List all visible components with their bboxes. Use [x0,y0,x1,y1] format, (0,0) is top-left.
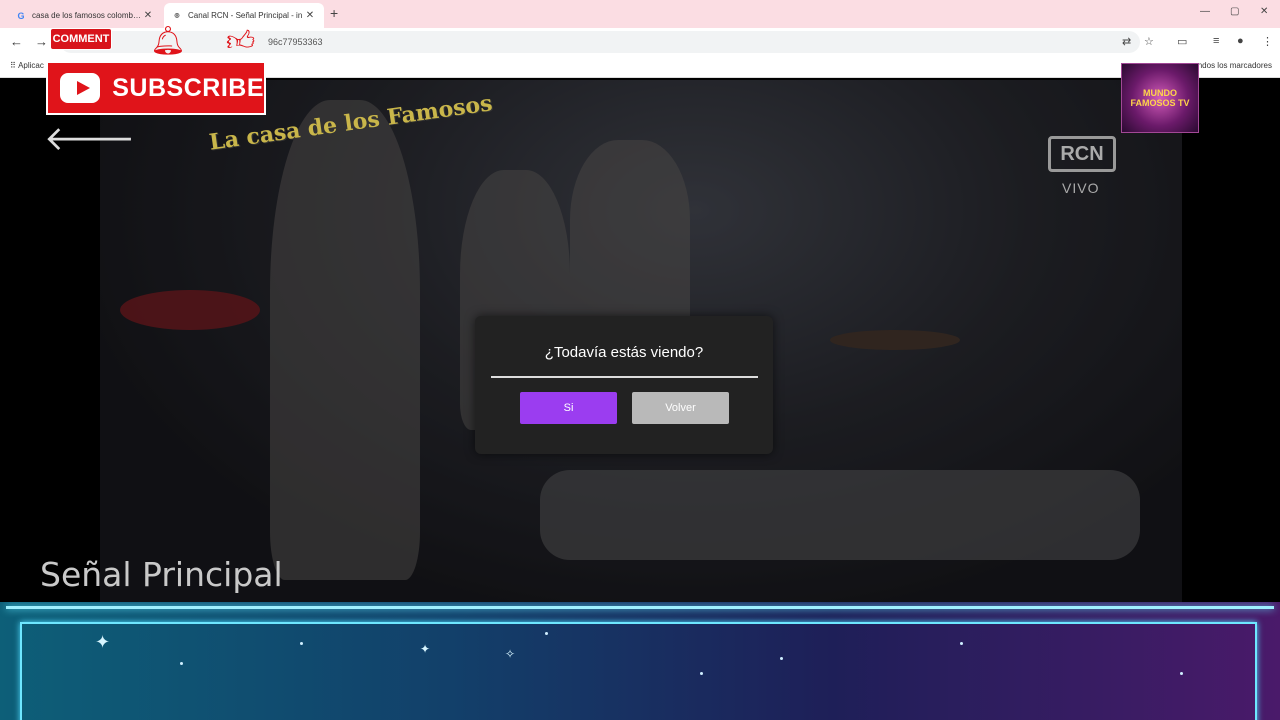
bookmark-other[interactable]: ndos los marcadores [1198,61,1272,70]
profile-avatar-icon[interactable]: ● [1237,35,1244,47]
rcn-favicon-icon: ◎ [174,12,180,19]
bottom-banner: ✦ ✦ ✧ [0,602,1280,720]
comment-sticker: COMMENT [50,28,112,50]
back-arrow-icon[interactable]: 🡐 [44,118,135,159]
star-dot [180,662,183,665]
back-icon[interactable]: ← [10,34,23,49]
forward-icon[interactable]: → [35,34,48,49]
maximize-icon[interactable]: ▢ [1230,6,1239,17]
channel-logo: MUNDO FAMOSOS TV [1121,63,1199,133]
dialog-question: ¿Todavía estás viendo? [544,344,704,361]
tab-title: Canal RCN - Señal Principal - in [188,11,303,20]
menu-icon[interactable]: ⋮ [1262,35,1273,48]
channel-title: Señal Principal [40,555,283,594]
close-tab-icon[interactable]: ✕ [142,10,154,21]
bookmark-star-icon[interactable]: ☆ [1144,35,1154,48]
minimize-icon[interactable]: — [1200,6,1210,17]
still-watching-dialog: ¿Todavía estás viendo? Si Volver [475,316,773,454]
star-dot [700,672,703,675]
close-window-icon[interactable]: ✕ [1260,6,1268,17]
banner-frame [20,622,1257,720]
sparkle-icon: ✦ [95,632,111,652]
url-text: 96c77953363 [268,37,323,47]
sparkle-icon: ✦ [420,642,431,656]
sparkle-icon: ✧ [505,647,516,661]
translate-icon[interactable]: ⇄ [1122,35,1131,48]
star-dot [1180,672,1183,675]
tab-title: casa de los famosos colombia - [32,11,142,20]
yes-button[interactable]: Si [520,392,617,424]
star-dot [300,642,303,645]
bookmark-apps-label: Aplicac [18,61,44,70]
cast-icon[interactable]: ▭ [1177,35,1187,48]
channel-logo-text: MUNDO FAMOSOS TV [1130,88,1190,108]
apps-grid-icon: ⠿ [10,61,16,70]
bell-icon: 🔔︎ [150,25,186,56]
media-icon[interactable]: ≡ [1213,35,1219,47]
new-tab-button[interactable]: + [330,5,338,21]
close-tab-icon[interactable]: ✕ [304,10,316,21]
bookmark-apps[interactable]: ⠿ Aplicac [10,61,44,70]
address-bar[interactable] [60,31,1140,53]
thumbs-up-icon: 👍︎ [226,25,256,56]
live-label: VIVO [1062,180,1100,196]
browser-tab-search[interactable]: G casa de los famosos colombia - ✕ [8,3,162,28]
star-dot [960,642,963,645]
subscribe-sticker: SUBSCRIBE [46,61,266,115]
rcn-logo: RCN [1048,136,1116,172]
subscribe-label: SUBSCRIBE [112,73,264,102]
star-dot [780,657,783,660]
youtube-play-icon [60,73,101,103]
banner-glow-line [6,606,1274,609]
star-dot [545,632,548,635]
dialog-divider [491,376,758,378]
back-button[interactable]: Volver [632,392,729,424]
google-icon: G [17,10,25,21]
